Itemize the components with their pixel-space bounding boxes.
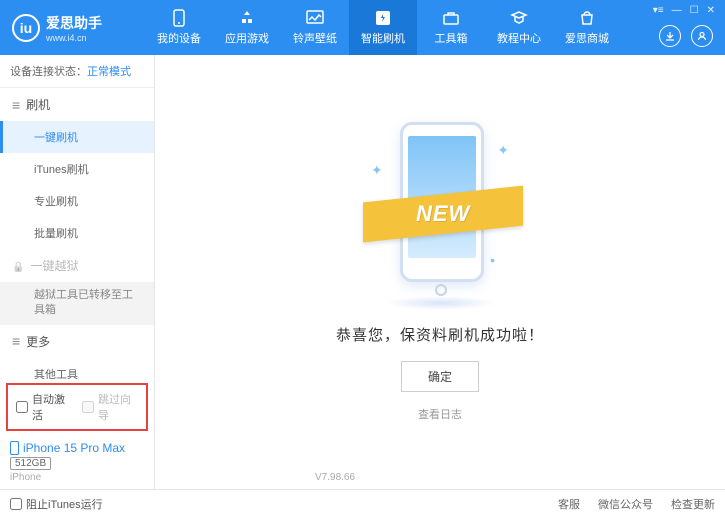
menu-more-header[interactable]: 更多 — [0, 325, 154, 358]
close-icon[interactable]: ✕ — [707, 5, 715, 16]
version-label: V7.98.66 — [315, 472, 355, 483]
skip-guide-checkbox[interactable]: 跳过向导 — [82, 391, 138, 423]
phone-icon — [10, 441, 19, 455]
minimize-icon[interactable]: — — [672, 5, 682, 16]
menu-icon[interactable]: ▾≡ — [653, 5, 664, 16]
jailbreak-note: 越狱工具已转移至工具箱 — [0, 282, 154, 325]
user-button[interactable] — [691, 25, 713, 47]
logo-area: iu 爱思助手 www.i4.cn — [0, 13, 145, 43]
footer: 阻止iTunes运行 客服 微信公众号 检查更新 — [0, 489, 725, 517]
app-logo-icon: iu — [12, 14, 40, 42]
nav-ringtone-wallpaper[interactable]: 铃声壁纸 — [281, 0, 349, 55]
main-content: ✦ ✦ • NEW 恭喜您，保资料刷机成功啦！ 确定 查看日志 V7.98.66 — [155, 55, 725, 489]
nav-my-device[interactable]: 我的设备 — [145, 0, 213, 55]
options-highlight: 自动激活 跳过向导 — [6, 383, 148, 431]
download-button[interactable] — [659, 25, 681, 47]
success-illustration: ✦ ✦ • NEW — [375, 122, 505, 302]
tutorial-icon — [509, 9, 529, 27]
nav-store[interactable]: 爱思商城 — [553, 0, 621, 55]
device-info: iPhone 15 Pro Max 512GB iPhone — [0, 435, 154, 489]
auto-activate-checkbox[interactable]: 自动激活 — [16, 391, 72, 423]
main-nav: 我的设备 应用游戏 铃声壁纸 智能刷机 工具箱 教程中心 爱思商城 — [145, 0, 621, 55]
flash-icon — [373, 9, 393, 27]
nav-smart-flash[interactable]: 智能刷机 — [349, 0, 417, 55]
sidebar: 设备连接状态：正常模式 刷机 一键刷机 iTunes刷机 专业刷机 批量刷机 一… — [0, 55, 155, 489]
maximize-icon[interactable]: ☐ — [690, 5, 699, 16]
wallpaper-icon — [305, 9, 325, 27]
menu-batch-flash[interactable]: 批量刷机 — [0, 217, 154, 249]
footer-wechat[interactable]: 微信公众号 — [598, 496, 653, 512]
footer-update[interactable]: 检查更新 — [671, 496, 715, 512]
apps-icon — [237, 9, 257, 27]
new-ribbon: NEW — [363, 186, 523, 243]
menu-one-key-flash[interactable]: 一键刷机 — [0, 121, 154, 153]
menu-jailbreak-header: 一键越狱 — [0, 249, 154, 282]
menu-itunes-flash[interactable]: iTunes刷机 — [0, 153, 154, 185]
nav-tutorial[interactable]: 教程中心 — [485, 0, 553, 55]
menu-pro-flash[interactable]: 专业刷机 — [0, 185, 154, 217]
footer-support[interactable]: 客服 — [558, 496, 580, 512]
nav-toolbox[interactable]: 工具箱 — [417, 0, 485, 55]
ok-button[interactable]: 确定 — [401, 361, 479, 392]
nav-apps-games[interactable]: 应用游戏 — [213, 0, 281, 55]
device-icon — [169, 9, 189, 27]
device-status: 设备连接状态：正常模式 — [0, 55, 154, 88]
menu-other-tools[interactable]: 其他工具 — [0, 358, 154, 379]
toolbox-icon — [441, 9, 461, 27]
menu-flash-header[interactable]: 刷机 — [0, 88, 154, 121]
list-icon — [12, 97, 20, 113]
window-controls: ▾≡ — ☐ ✕ — [653, 5, 715, 16]
app-site: www.i4.cn — [46, 33, 102, 43]
block-itunes-checkbox[interactable]: 阻止iTunes运行 — [10, 496, 103, 512]
lock-icon — [12, 259, 24, 273]
success-message: 恭喜您，保资料刷机成功啦！ — [336, 324, 544, 345]
device-name[interactable]: iPhone 15 Pro Max — [10, 441, 144, 455]
device-storage: 512GB — [10, 457, 51, 470]
title-bar: iu 爱思助手 www.i4.cn 我的设备 应用游戏 铃声壁纸 智能刷机 工具… — [0, 0, 725, 55]
app-name: 爱思助手 — [46, 13, 102, 33]
list-icon — [12, 333, 20, 349]
view-log-link[interactable]: 查看日志 — [418, 406, 462, 422]
device-type: iPhone — [10, 472, 144, 483]
store-icon — [577, 9, 597, 27]
